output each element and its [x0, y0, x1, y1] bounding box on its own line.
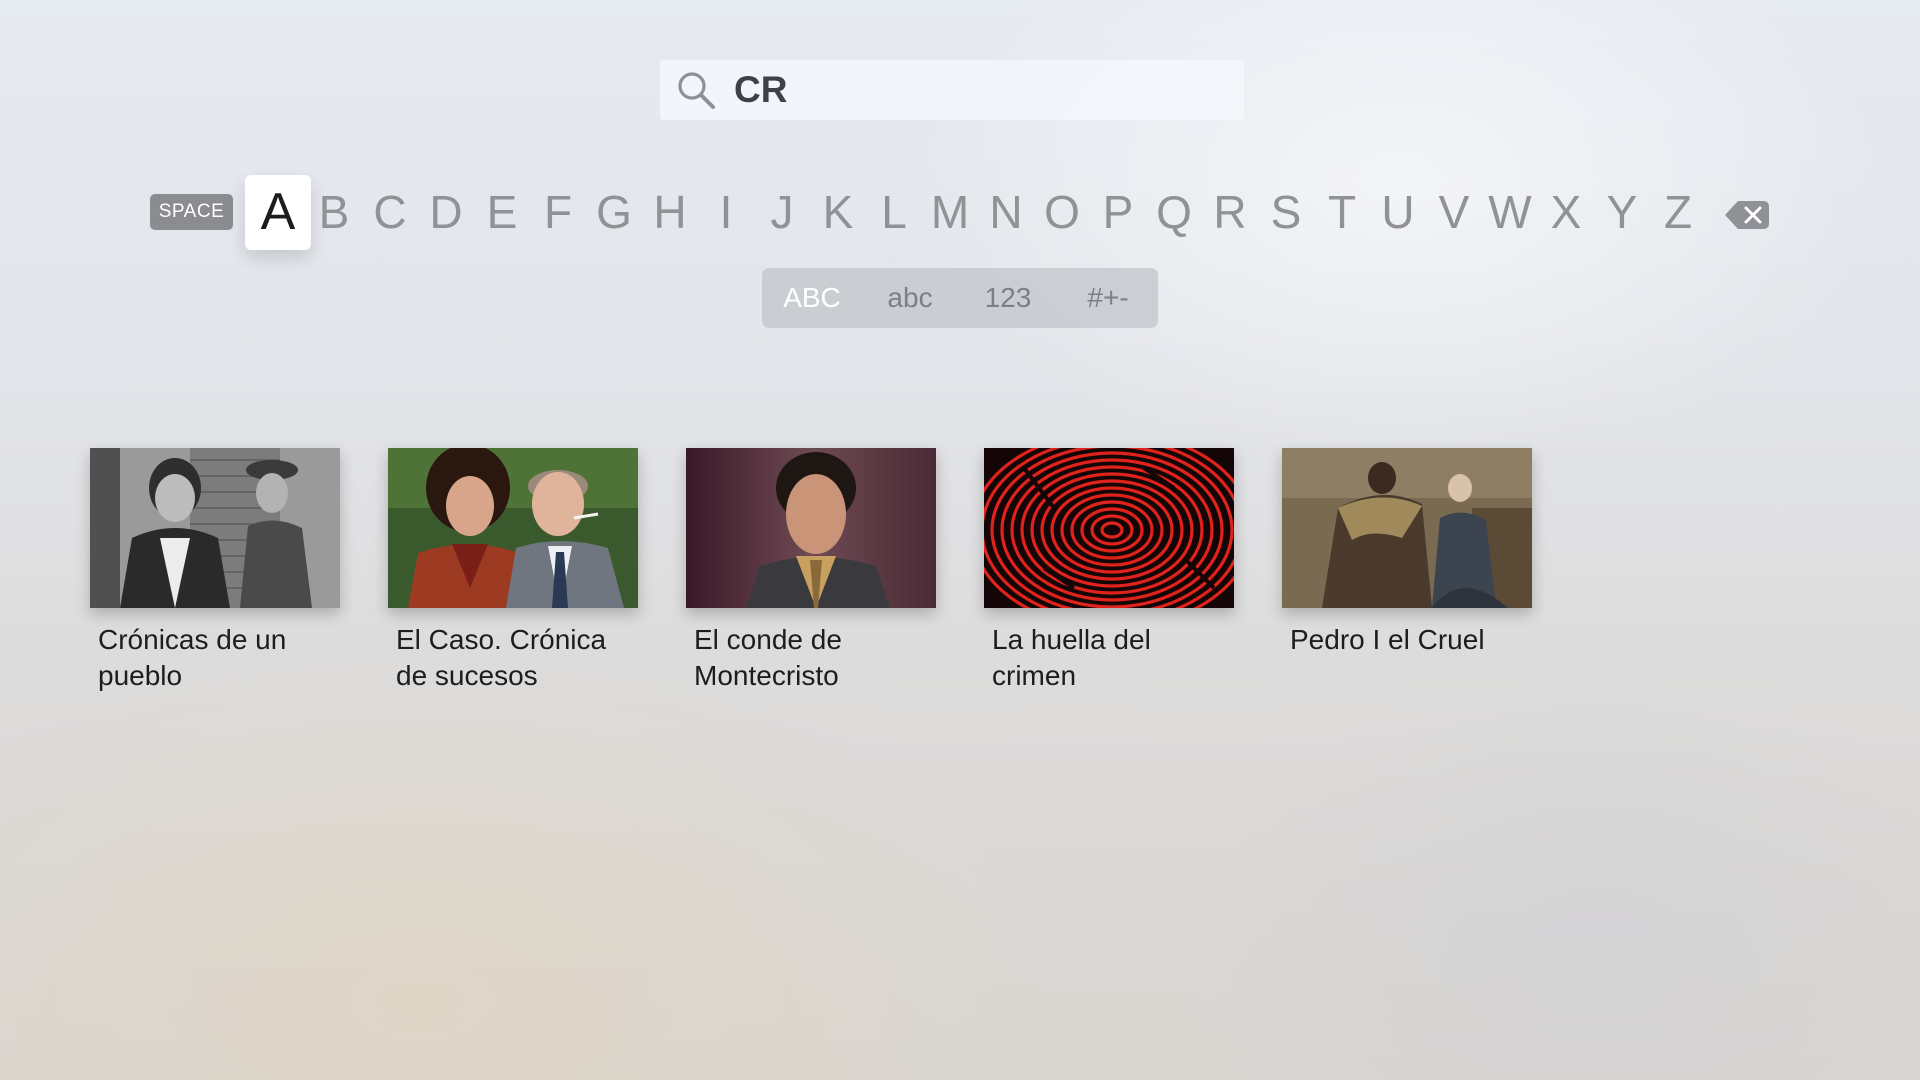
result-title-line: pueblo [98, 660, 183, 691]
result-title-line: Crónicas de un [98, 624, 287, 655]
search-results: Crónicas de un pueblo El Caso. Crónica d… [90, 448, 1590, 708]
fingerprint-poster-image [984, 448, 1234, 608]
mode-symbols[interactable]: #+- [1058, 268, 1158, 328]
keyboard-mode-selector: ABC abc 123 #+- [762, 268, 1158, 328]
key-w[interactable]: W [1482, 175, 1538, 250]
key-p[interactable]: P [1090, 175, 1146, 250]
key-j[interactable]: J [754, 175, 810, 250]
key-o[interactable]: O [1034, 175, 1090, 250]
delete-backspace-icon [1725, 201, 1769, 229]
key-t[interactable]: T [1314, 175, 1370, 250]
result-title-line: El conde de [694, 624, 842, 655]
key-e[interactable]: E [474, 175, 530, 250]
result-title-line: crimen [992, 660, 1077, 691]
key-u[interactable]: U [1370, 175, 1426, 250]
space-key[interactable]: SPACE [150, 194, 233, 230]
poster-image [90, 448, 340, 608]
key-q[interactable]: Q [1146, 175, 1202, 250]
key-a[interactable]: A [245, 175, 311, 250]
mode-numbers[interactable]: 123 [958, 268, 1058, 328]
result-title-line: La huella del [992, 624, 1151, 655]
key-y[interactable]: Y [1594, 175, 1650, 250]
poster-image [686, 448, 936, 608]
result-item[interactable]: El conde de Montecristo [686, 448, 936, 694]
search-query-text: CR [734, 69, 788, 110]
result-item[interactable]: La huella del crimen [984, 448, 1234, 694]
key-g[interactable]: G [586, 175, 642, 250]
mode-lowercase[interactable]: abc [862, 268, 958, 328]
key-m[interactable]: M [922, 175, 978, 250]
result-item[interactable]: El Caso. Crónica de sucesos [388, 448, 638, 694]
key-l[interactable]: L [866, 175, 922, 250]
key-b[interactable]: B [306, 175, 362, 250]
key-c[interactable]: C [362, 175, 418, 250]
result-title: Pedro I el Cruel [1282, 622, 1540, 658]
poster-image [388, 448, 638, 608]
key-s[interactable]: S [1258, 175, 1314, 250]
poster-image [984, 448, 1234, 608]
poster-image [1282, 448, 1532, 608]
mode-uppercase[interactable]: ABC [762, 268, 862, 328]
key-x[interactable]: X [1538, 175, 1594, 250]
result-title-line: de sucesos [396, 660, 538, 691]
poster-cronicas-de-un-pueblo [90, 448, 340, 608]
key-r[interactable]: R [1202, 175, 1258, 250]
poster-el-conde-de-montecristo [686, 448, 936, 608]
search-field[interactable]: CR [660, 60, 1244, 120]
result-item[interactable]: Crónicas de un pueblo [90, 448, 340, 694]
key-d[interactable]: D [418, 175, 474, 250]
result-title: El Caso. Crónica de sucesos [388, 622, 646, 694]
result-item[interactable]: Pedro I el Cruel [1282, 448, 1532, 658]
result-title: Crónicas de un pueblo [90, 622, 348, 694]
result-title: La huella del crimen [984, 622, 1242, 694]
key-f[interactable]: F [530, 175, 586, 250]
key-h[interactable]: H [642, 175, 698, 250]
poster-el-caso [388, 448, 638, 608]
result-title-line: El Caso. Crónica [396, 624, 607, 655]
result-title-line: Montecristo [694, 660, 839, 691]
result-title-line: Pedro I el Cruel [1290, 624, 1485, 655]
key-v[interactable]: V [1426, 175, 1482, 250]
key-z[interactable]: Z [1650, 175, 1706, 250]
key-i[interactable]: I [698, 175, 754, 250]
key-k[interactable]: K [810, 175, 866, 250]
onscreen-keyboard: SPACE A B C D E F G H I J K L M N O P Q … [150, 175, 1770, 250]
search-icon [676, 70, 716, 110]
poster-pedro-i-el-cruel [1282, 448, 1532, 608]
delete-key[interactable] [1724, 199, 1770, 231]
result-title: El conde de Montecristo [686, 622, 944, 694]
key-n[interactable]: N [978, 175, 1034, 250]
